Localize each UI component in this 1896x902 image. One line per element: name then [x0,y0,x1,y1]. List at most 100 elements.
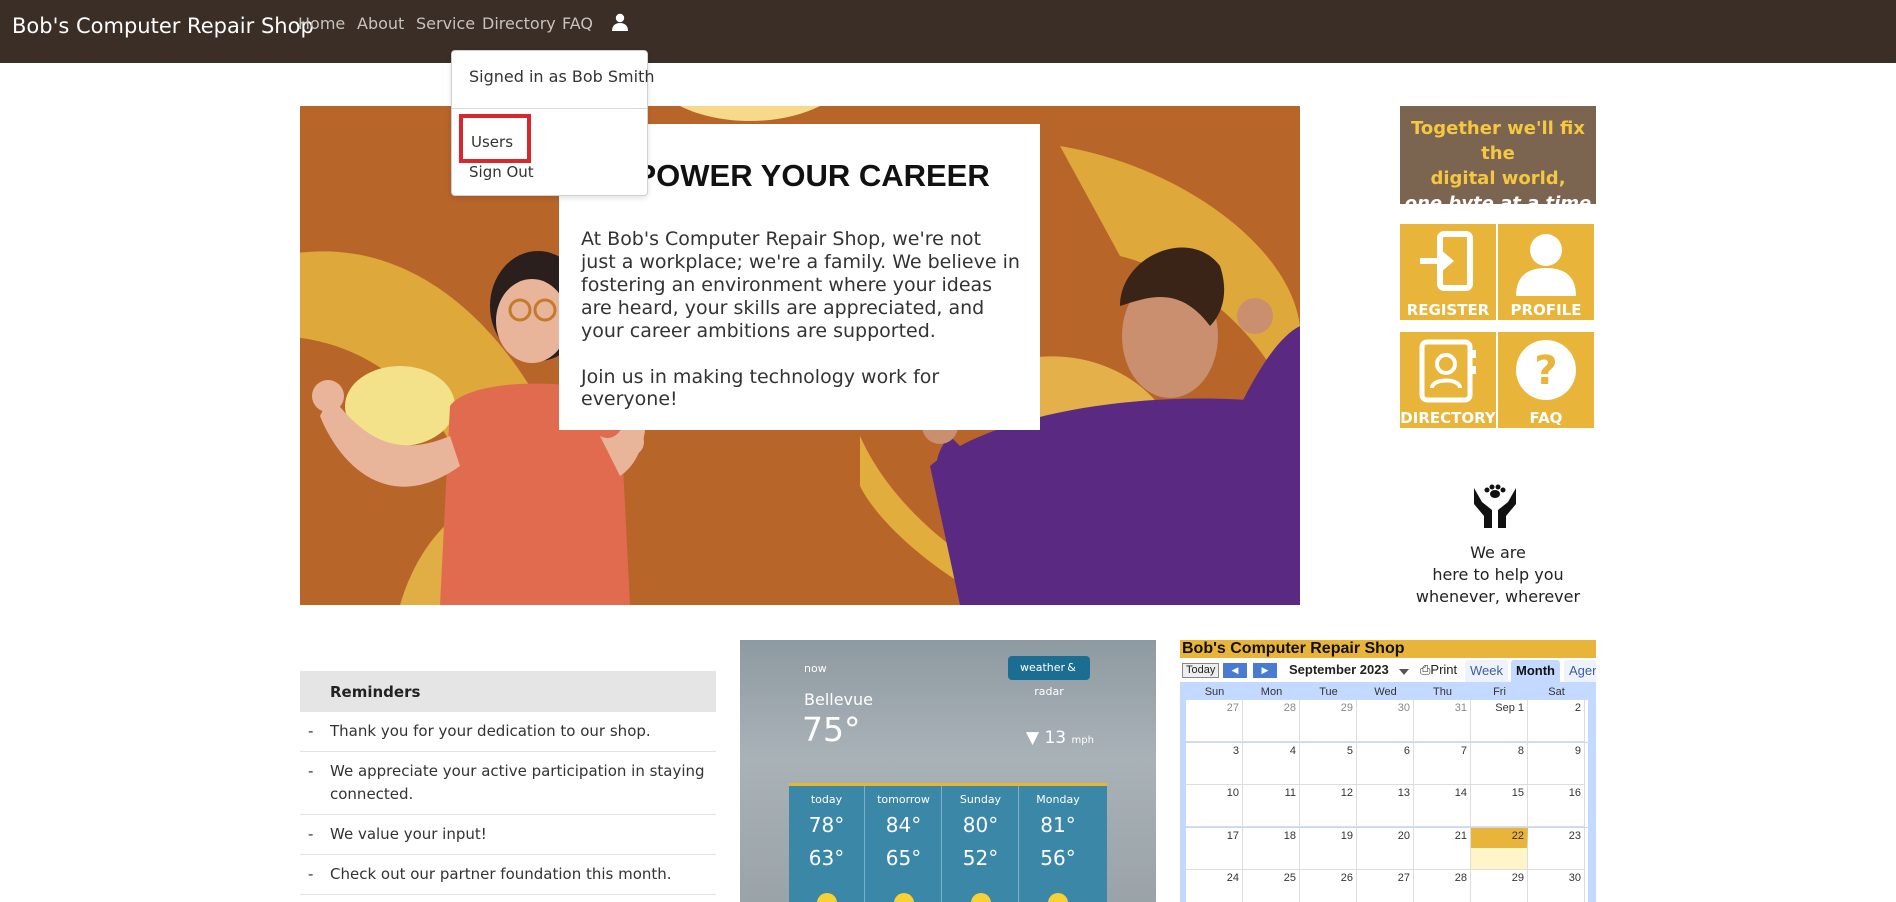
nav-service[interactable]: Service [416,14,475,33]
forecast-day-label: Monday [1036,793,1080,806]
nav-faq[interactable]: FAQ [562,14,593,33]
calendar-day-cell[interactable]: 25 [1243,870,1300,902]
motto-line: one byte at a time [1404,193,1592,214]
calendar-day-cell[interactable]: 14 [1414,785,1471,827]
forecast-low: 63° [808,846,845,870]
reminder-text: We value your input! [330,825,487,843]
tab-month[interactable]: Month [1511,660,1560,682]
calendar-week-row: 3456789 [1186,742,1588,785]
calendar-day-cell[interactable]: 31 [1414,700,1471,742]
calendar-day-cell[interactable]: 27 [1186,700,1243,742]
calendar-day-cell[interactable]: 15 [1471,785,1528,827]
calendar-day-cell[interactable]: 26 [1300,870,1357,902]
hero-tagline: Join us in making technology work for ev… [581,366,940,410]
calendar-day-cell[interactable]: 28 [1414,870,1471,902]
register-tile[interactable]: REGISTER [1400,224,1496,320]
forecast-day: Monday 81° 56° [1020,786,1096,902]
calendar-day-cell[interactable]: 2 [1528,700,1585,742]
calendar-day-cell[interactable]: 27 [1357,870,1414,902]
wind-unit: mph [1071,735,1094,746]
forecast-high: 84° [885,813,922,837]
calendar-day-cell[interactable]: 3 [1186,742,1243,785]
forecast-high: 81° [1040,813,1076,837]
register-label: REGISTER [1406,301,1490,319]
nav-home[interactable]: Home [298,14,345,33]
calendar-day-cell[interactable]: 28 [1243,700,1300,742]
forecast-low: 65° [885,846,922,870]
hero-paragraph: At Bob's Computer Repair Shop, we're not… [581,228,1020,342]
motto-banner: Together we'll fix the digital world, on… [1400,106,1596,214]
calendar-next-button[interactable]: ▶ [1253,663,1277,678]
weather-radar-badge[interactable]: weather & radar [1008,656,1090,698]
calendar-title: Bob's Computer Repair Shop [1180,640,1596,658]
calendar-day-cell[interactable]: 18 [1243,827,1300,870]
tab-agenda[interactable]: Agen [1564,660,1596,682]
calendar-day-cell[interactable]: 5 [1300,742,1357,785]
hero-banner: EMPOWER YOUR CAREER At Bob's Computer Re… [300,106,1300,605]
user-dropdown-menu: Signed in as Bob Smith Users Sign Out [451,50,655,196]
forecast-day-label: Sunday [959,793,1002,806]
weather-widget[interactable]: now weather & radar Bellevue 75° ▼ 13 mp… [740,640,1156,902]
calendar-day-cell[interactable]: 7 [1414,742,1471,785]
calendar-weekday-header: Fri [1493,686,1506,698]
helping-hands-icon [1474,484,1516,528]
calendar-day-cell[interactable]: 9 [1528,742,1585,785]
calendar-week-row: 17 18 19 20 21 22 23 [1186,827,1588,870]
partly-cloudy-icon [817,893,837,902]
user-icon[interactable] [610,12,630,32]
calendar-weekday-header: Sat [1548,686,1565,698]
help-message: We are here to help you whenever, wherev… [1400,542,1596,608]
weather-forecast: today 78° 63° tomorrow 84° 65° Sunday 80… [789,783,1107,902]
users-menu-item[interactable]: Users [459,114,531,163]
calendar-weekday-header: Tue [1319,686,1338,698]
calendar-day-cell[interactable]: 4 [1243,742,1300,785]
calendar-day-cell[interactable]: 16 [1528,785,1585,827]
forecast-low: 52° [962,846,999,870]
calendar-day-cell[interactable]: 24 [1186,870,1243,902]
hero-title: EMPOWER YOUR CAREER [589,158,990,193]
help-line: here to help you [1432,565,1564,584]
directory-label: DIRECTORY [1400,409,1496,427]
wind-arrow-icon: ▼ [1026,728,1040,748]
calendar-day-cell[interactable]: 6 [1357,742,1414,785]
directory-tile[interactable]: DIRECTORY [1400,332,1496,428]
calendar-print-button[interactable]: ⎙Print [1420,662,1457,678]
weather-current-temp: 75° [802,710,861,749]
calendar-day-cell[interactable]: 22 [1471,827,1528,870]
calendar-month-label: September 2023 [1289,662,1389,677]
calendar-today-button[interactable]: Today [1182,663,1220,678]
calendar-day-cell[interactable]: 11 [1243,785,1300,827]
calendar-day-cell[interactable]: 30 [1528,870,1585,902]
calendar-day-cell[interactable]: 29 [1471,870,1528,902]
printer-icon: ⎙ [1420,662,1431,677]
help-line: We are [1470,543,1526,562]
calendar-day-cell[interactable]: 20 [1357,827,1414,870]
nav-about[interactable]: About [357,14,404,33]
calendar-day-cell[interactable]: 8 [1471,742,1528,785]
calendar-day-cell[interactable]: 10 [1186,785,1243,827]
dropdown-divider [452,108,647,109]
profile-icon [1516,234,1576,296]
wind-speed: 13 [1044,728,1067,748]
chevron-down-icon[interactable] [1399,669,1409,675]
calendar-day-cell[interactable]: 21 [1414,827,1471,870]
calendar-day-cell[interactable]: 17 [1186,827,1243,870]
directory-icon [1419,339,1476,403]
nav-directory[interactable]: Directory [482,14,556,33]
calendar-day-cell[interactable]: 19 [1300,827,1357,870]
calendar-day-cell[interactable]: 13 [1357,785,1414,827]
calendar-day-cell[interactable]: Sep 1 [1471,700,1528,742]
tab-week[interactable]: Week [1465,660,1508,682]
brand-logo[interactable]: Bob's Computer Repair Shop [12,14,314,38]
faq-tile[interactable]: ? FAQ [1498,332,1594,428]
calendar-day-cell[interactable]: 12 [1300,785,1357,827]
calendar-toolbar: Today ◀ ▶ September 2023 ⎙Print Week Mon… [1180,658,1596,682]
weather-now-label: now [804,662,827,675]
calendar-prev-button[interactable]: ◀ [1223,663,1247,678]
profile-tile[interactable]: PROFILE [1498,224,1594,320]
forecast-high: 78° [808,813,845,837]
calendar-day-cell[interactable]: 23 [1528,827,1585,870]
sign-out-menu-item[interactable]: Sign Out [469,163,534,181]
calendar-day-cell[interactable]: 29 [1300,700,1357,742]
calendar-day-cell[interactable]: 30 [1357,700,1414,742]
